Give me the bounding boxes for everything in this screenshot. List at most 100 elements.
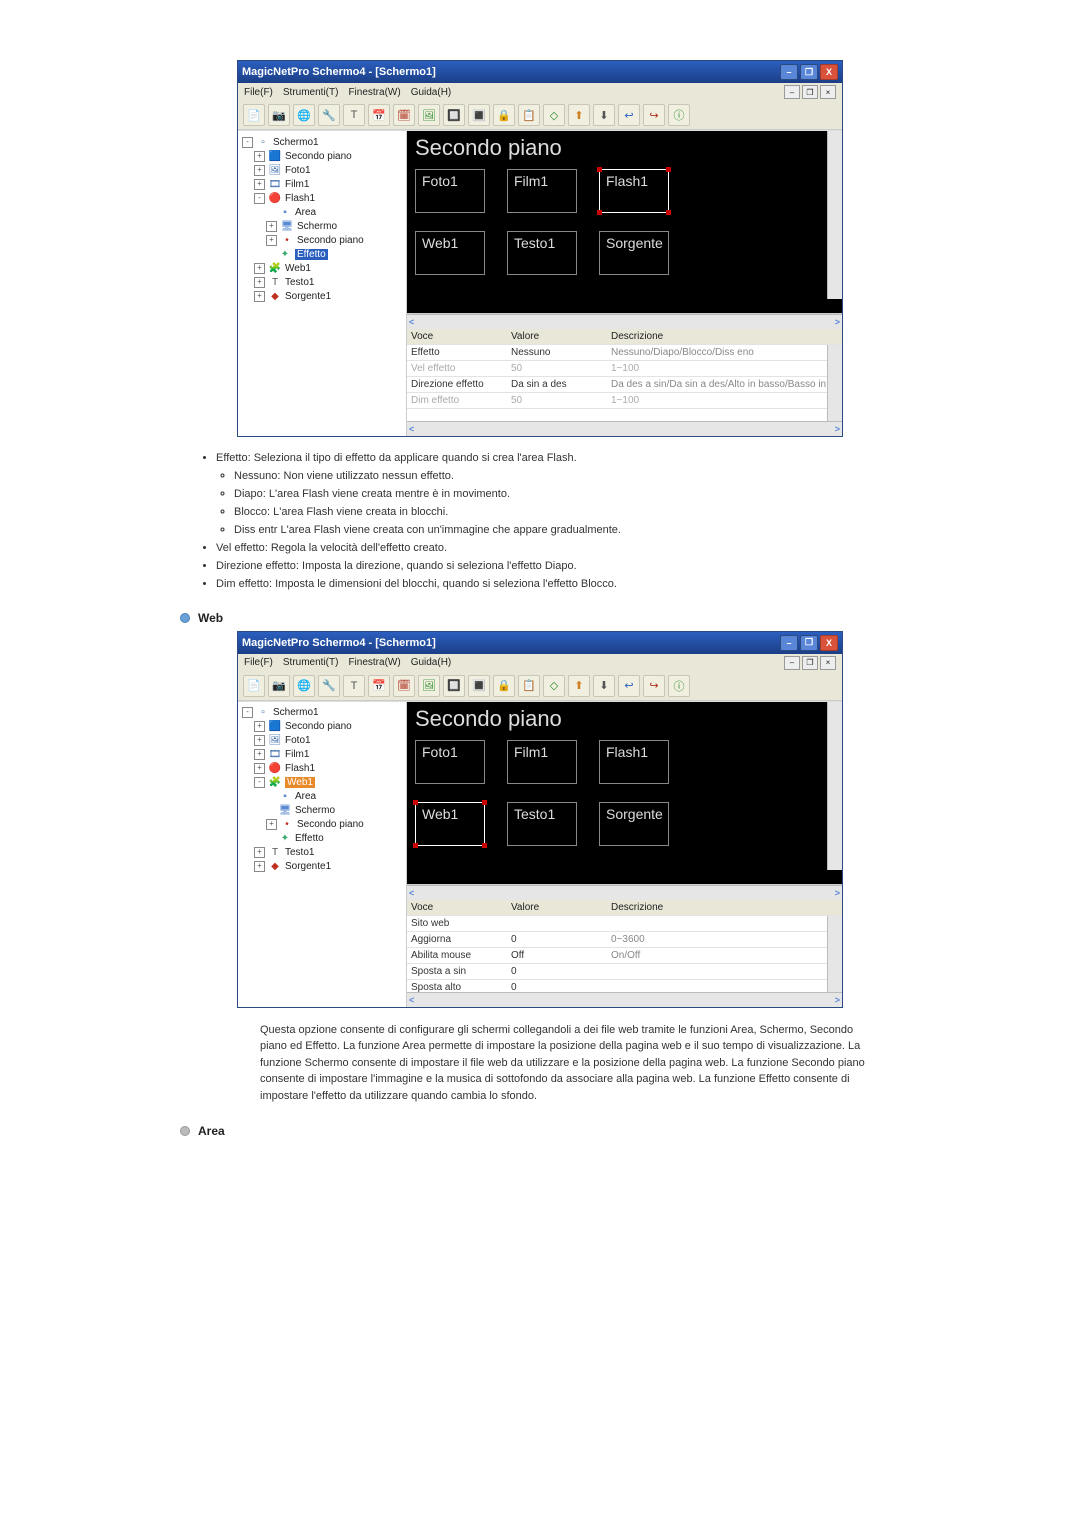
canvas[interactable]: Secondo piano Foto1Film1Flash1Web1Testo1… [407,702,842,885]
canvas[interactable]: Secondo piano Foto1Film1Flash1Web1Testo1… [407,131,842,314]
toolbar-button[interactable]: ↪ [643,675,665,697]
tree-expand-icon[interactable]: + [254,151,265,162]
scroll-right-icon[interactable]: > [835,888,840,898]
scroll-right-icon[interactable]: > [835,995,840,1005]
tree-item[interactable]: ✦Effetto [242,247,402,261]
tree-expand-icon[interactable]: + [266,819,277,830]
tree-item[interactable]: -▫Schermo1 [242,135,402,149]
tree-expand-icon[interactable]: + [254,179,265,190]
toolbar-button[interactable]: 🔒 [493,104,515,126]
tree-item[interactable]: +🖥Schermo [242,219,402,233]
canvas-thumb[interactable]: Film1 [507,169,577,213]
tree-expand-icon[interactable]: + [254,263,265,274]
toolbar-button[interactable]: 🔲 [443,675,465,697]
tree-item[interactable]: +TTesto1 [242,275,402,289]
tree-expand-icon[interactable]: + [254,721,265,732]
props-row[interactable]: Sito web [407,916,842,932]
tree-expand-icon[interactable]: + [254,165,265,176]
tree-expand-icon[interactable]: - [242,707,253,718]
canvas-thumb[interactable]: Foto1 [415,740,485,784]
scroll-right-icon[interactable]: > [835,317,840,327]
menu-help[interactable]: Guida(H) [411,87,452,98]
tree-item[interactable]: +🟦Secondo piano [242,149,402,163]
props-row[interactable]: Direzione effettoDa sin a desDa des a si… [407,377,842,393]
tree-item[interactable]: ▪Area [242,205,402,219]
tree-item[interactable]: +🖼Foto1 [242,163,402,177]
tree-item[interactable]: +🧩Web1 [242,261,402,275]
tree-item[interactable]: +•Secondo piano [242,233,402,247]
tree-expand-icon[interactable]: - [242,137,253,148]
toolbar-button[interactable]: ↩ [618,675,640,697]
toolbar-button[interactable]: ↩ [618,104,640,126]
toolbar-button[interactable]: 📷 [268,104,290,126]
props-row[interactable]: Abilita mouseOffOn/Off [407,948,842,964]
tree-expand-icon[interactable]: + [254,277,265,288]
tree-item[interactable]: +🎞Film1 [242,177,402,191]
doc-close-button[interactable]: × [820,656,836,670]
scroll-left-icon[interactable]: < [409,317,414,327]
toolbar-button[interactable]: 📄 [243,675,265,697]
toolbar-button[interactable]: 🌐 [293,675,315,697]
props-row[interactable]: Aggiorna00~3600 [407,932,842,948]
toolbar-button[interactable]: 🖼 [418,675,440,697]
toolbar-button[interactable]: 🔧 [318,675,340,697]
menu-tools[interactable]: Strumenti(T) [283,87,339,98]
doc-close-button[interactable]: × [820,85,836,99]
canvas-thumb[interactable]: Flash1 [599,169,669,213]
tree-item[interactable]: +◆Sorgente1 [242,860,402,874]
doc-minimize-button[interactable]: – [784,85,800,99]
doc-maximize-button[interactable]: ❐ [802,656,818,670]
toolbar-button[interactable]: ⬇ [593,104,615,126]
tree-item[interactable]: +•Secondo piano [242,818,402,832]
window-maximize-button[interactable]: ❐ [800,635,818,651]
tree-item[interactable]: +TTesto1 [242,846,402,860]
canvas-thumb[interactable]: Web1 [415,802,485,846]
window-minimize-button[interactable]: – [780,64,798,80]
props-row[interactable]: Sposta alto0 [407,980,842,992]
menu-help[interactable]: Guida(H) [411,657,452,668]
props-row[interactable]: EffettoNessunoNessuno/Diapo/Blocco/Diss … [407,345,842,361]
tree-expand-icon[interactable]: - [254,193,265,204]
scroll-right-icon[interactable]: > [835,424,840,434]
canvas-scrollbar-horizontal[interactable]: < > [407,314,842,329]
tree-panel[interactable]: -▫Schermo1+🟦Secondo piano+🖼Foto1+🎞Film1 -… [238,131,407,436]
toolbar-button[interactable]: 📋 [518,104,540,126]
toolbar-button[interactable]: 📋 [518,675,540,697]
tree-item[interactable]: ▪Area [242,790,402,804]
toolbar-button[interactable]: 🔳 [468,675,490,697]
tree-item[interactable]: 🖥Schermo [242,804,402,818]
tree-item[interactable]: -▫Schermo1 [242,706,402,720]
tree-expand-icon[interactable]: + [266,221,277,232]
toolbar-button[interactable]: ↪ [643,104,665,126]
toolbar-button[interactable]: 🗓 [393,675,415,697]
doc-minimize-button[interactable]: – [784,656,800,670]
canvas-thumb[interactable]: Foto1 [415,169,485,213]
tree-panel[interactable]: -▫Schermo1+🟦Secondo piano+🖼Foto1+🎞Film1+… [238,702,407,1007]
tree-item[interactable]: +🟦Secondo piano [242,720,402,734]
toolbar-button[interactable]: 📄 [243,104,265,126]
canvas-thumb[interactable]: Film1 [507,740,577,784]
tree-item[interactable]: +🔴Flash1 [242,762,402,776]
scroll-left-icon[interactable]: < [409,888,414,898]
doc-maximize-button[interactable]: ❐ [802,85,818,99]
tree-item[interactable]: -🧩Web1 [242,776,402,790]
window-minimize-button[interactable]: – [780,635,798,651]
tree-expand-icon[interactable]: + [266,235,277,246]
window-maximize-button[interactable]: ❐ [800,64,818,80]
menu-window[interactable]: Finestra(W) [348,87,400,98]
toolbar-button[interactable]: ⓘ [668,675,690,697]
tree-expand-icon[interactable]: + [254,763,265,774]
tree-expand-icon[interactable]: + [254,291,265,302]
canvas-thumb[interactable]: Testo1 [507,802,577,846]
tree-expand-icon[interactable]: + [254,735,265,746]
tree-expand-icon[interactable]: + [254,749,265,760]
toolbar-button[interactable]: 🔳 [468,104,490,126]
props-row[interactable]: Dim effetto501~100 [407,393,842,409]
toolbar-button[interactable]: 📷 [268,675,290,697]
toolbar-button[interactable]: 📅 [368,104,390,126]
canvas-thumb[interactable]: Flash1 [599,740,669,784]
toolbar-button[interactable]: ⬆ [568,104,590,126]
menu-file[interactable]: File(F) [244,87,273,98]
props-scrollbar-horizontal[interactable]: < > [407,992,842,1007]
canvas-thumb[interactable]: Testo1 [507,231,577,275]
